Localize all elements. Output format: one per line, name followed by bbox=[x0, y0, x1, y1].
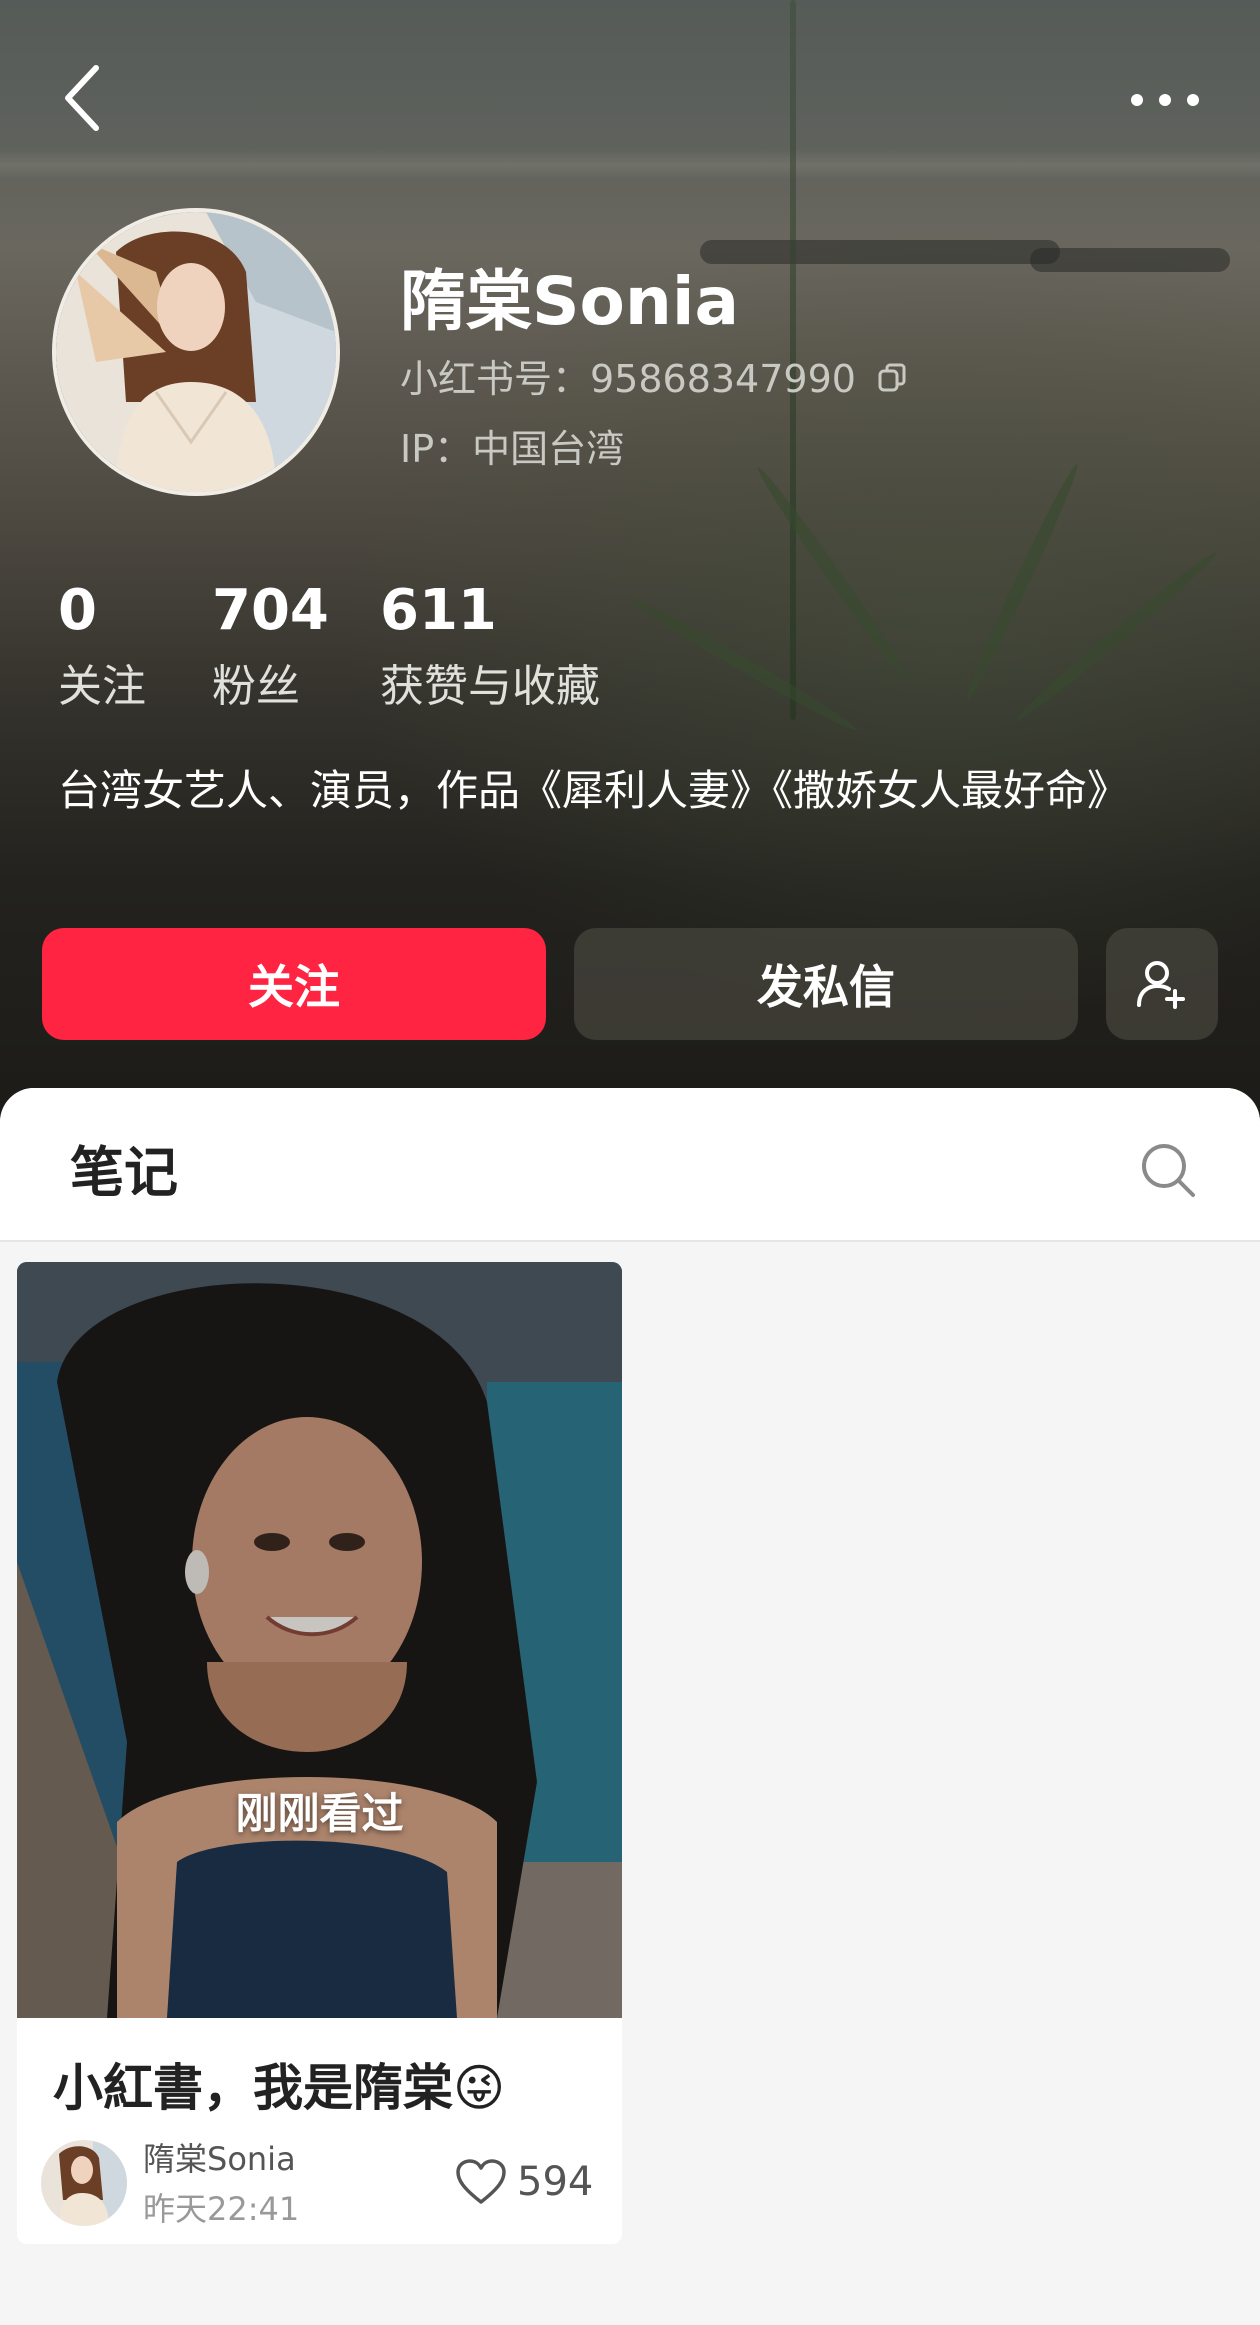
stat-likes-value: 611 bbox=[380, 578, 497, 643]
red-id-text: 小红书号：95868347990 bbox=[400, 356, 856, 401]
more-dots-icon bbox=[1131, 94, 1199, 106]
tab-notes[interactable]: 笔记 bbox=[70, 1128, 178, 1207]
search-icon bbox=[1142, 1144, 1195, 1197]
stat-followers-label: 粉丝 bbox=[212, 661, 300, 712]
recently-viewed-label: 刚刚看过 bbox=[235, 1789, 404, 1838]
stat-following-value: 0 bbox=[58, 578, 97, 643]
avatar[interactable] bbox=[52, 208, 340, 496]
add-user-icon bbox=[1137, 961, 1185, 1009]
background-rocks bbox=[1030, 248, 1230, 272]
background-leaf bbox=[960, 461, 1084, 703]
heart-icon bbox=[456, 2159, 506, 2204]
note-cover-photo bbox=[17, 1262, 622, 2018]
ip-location: IP：中国台湾 bbox=[400, 427, 625, 471]
stat-followers[interactable]: 704 粉丝 bbox=[212, 578, 329, 714]
note-timestamp: 昨天22:41 bbox=[143, 2190, 300, 2228]
more-button[interactable] bbox=[1120, 80, 1210, 120]
note-cover-image[interactable]: 刚刚看过 bbox=[17, 1262, 622, 2018]
note-author-name[interactable]: 隋棠Sonia bbox=[143, 2134, 296, 2180]
background-leaf bbox=[752, 463, 913, 685]
add-friend-button[interactable] bbox=[1106, 928, 1218, 1040]
stat-followers-value: 704 bbox=[212, 578, 329, 643]
notes-tabbar: 笔记 bbox=[0, 1088, 1260, 1242]
notes-panel: 笔记 刚刚看过 小紅書，我是隋棠😜 隋棠Sonia 昨天22:41 594 bbox=[0, 1088, 1260, 2325]
follow-button[interactable]: 关注 bbox=[42, 928, 546, 1040]
copy-icon[interactable] bbox=[876, 359, 908, 392]
chevron-left-icon bbox=[65, 65, 99, 131]
background-leaf bbox=[1012, 547, 1221, 726]
back-button[interactable] bbox=[52, 62, 112, 134]
search-button[interactable] bbox=[1138, 1140, 1198, 1200]
profile-nickname: 隋棠Sonia bbox=[400, 263, 740, 340]
note-card[interactable]: 刚刚看过 小紅書，我是隋棠😜 隋棠Sonia 昨天22:41 594 bbox=[17, 1262, 622, 2244]
red-id-row: 小红书号：95868347990 bbox=[400, 352, 908, 401]
like-count: 594 bbox=[517, 2159, 594, 2205]
background-rocks bbox=[700, 240, 1060, 264]
stat-following[interactable]: 0 关注 bbox=[58, 578, 146, 714]
stat-likes-collects[interactable]: 611 获赞与收藏 bbox=[380, 578, 600, 714]
profile-header: 隋棠Sonia 小红书号：95868347990 IP：中国台湾 0 关注 70… bbox=[0, 0, 1260, 1130]
send-message-button[interactable]: 发私信 bbox=[574, 928, 1078, 1040]
background-leaf bbox=[628, 593, 861, 737]
like-button[interactable]: 594 bbox=[455, 2152, 593, 2212]
note-title[interactable]: 小紅書，我是隋棠😜 bbox=[53, 2048, 613, 2120]
note-author-avatar[interactable] bbox=[41, 2140, 127, 2226]
avatar-photo bbox=[41, 2140, 127, 2226]
background-sea bbox=[0, 150, 1260, 180]
stat-likes-label: 获赞与收藏 bbox=[380, 661, 600, 712]
avatar-photo bbox=[56, 212, 336, 492]
profile-bio: 台湾女艺人、演员，作品《犀利人妻》《撒娇女人最好命》 bbox=[58, 766, 1130, 815]
stat-following-label: 关注 bbox=[58, 661, 146, 712]
